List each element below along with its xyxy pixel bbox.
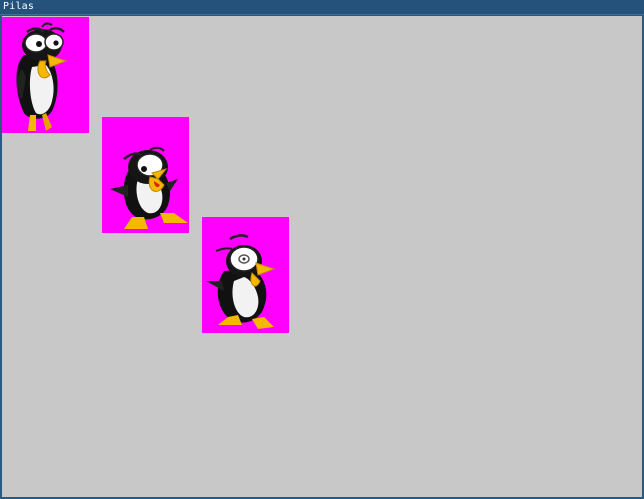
penguin-actor-2[interactable]: [102, 117, 189, 233]
penguin-icon: [206, 234, 276, 329]
app-window: Pilas: [0, 0, 644, 499]
penguin-actor-3[interactable]: [202, 217, 289, 333]
penguin-actor-1[interactable]: [2, 17, 89, 133]
penguin-icon: [110, 146, 188, 229]
window-titlebar[interactable]: Pilas: [0, 0, 644, 15]
penguin-icon: [16, 22, 68, 131]
window-title: Pilas: [3, 1, 35, 12]
game-canvas[interactable]: [2, 16, 642, 497]
